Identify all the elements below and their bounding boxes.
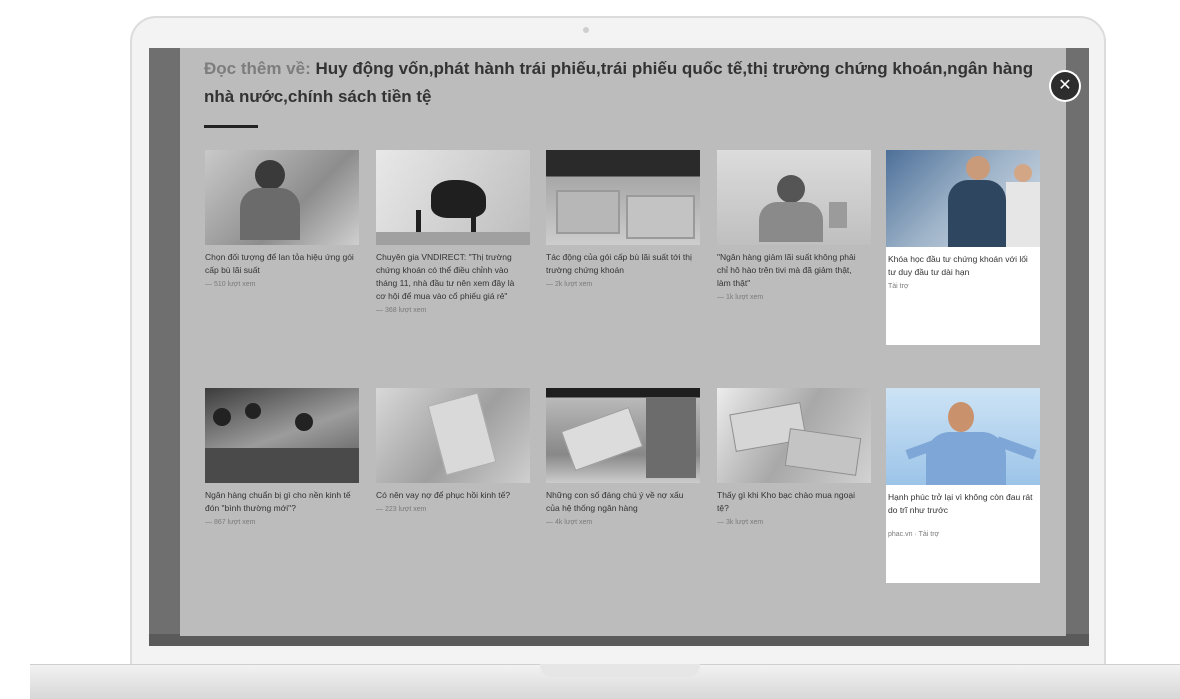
heading-prefix: Đọc thêm về: [204, 59, 311, 78]
close-button[interactable]: ✕ [1051, 72, 1079, 100]
card-views: — 4k lượt xem [546, 519, 593, 526]
card-title[interactable]: "Ngân hàng giảm lãi suất không phải chỉ … [717, 251, 871, 290]
card-title[interactable]: Khóa học đầu tư chứng khoán với lối tư d… [886, 253, 1040, 279]
article-card[interactable]: Có nên vay nợ để phục hồi kinh tế? — 223… [376, 388, 530, 513]
card-views: — 2k lượt xem [546, 281, 593, 288]
sponsored-label: Tài trợ [888, 283, 909, 290]
card-views: — 510 lượt xem [205, 281, 256, 288]
webcam-icon [583, 27, 589, 33]
bull-icon[interactable] [376, 150, 530, 245]
article-card[interactable]: Ngân hàng chuẩn bị gì cho nền kinh tế đó… [205, 388, 359, 526]
card-views: — 368 lượt xem [376, 307, 427, 314]
card-title[interactable]: Hạnh phúc trở lại vì không còn đau rát d… [886, 491, 1040, 517]
heading-underline [204, 125, 258, 128]
official-portrait-icon[interactable] [717, 150, 871, 245]
counting-money-icon[interactable] [376, 388, 530, 483]
article-card[interactable]: Tác động của gói cấp bù lãi suất tới thị… [546, 150, 700, 288]
article-card[interactable]: Thấy gì khi Kho bạc chào mua ngoại tệ? —… [717, 388, 871, 526]
cash-hands-icon[interactable] [546, 388, 700, 483]
card-title[interactable]: Có nên vay nợ để phục hồi kinh tế? [376, 489, 530, 502]
card-title[interactable]: Chọn đối tượng để lan tỏa hiệu ứng gói c… [205, 251, 359, 277]
happy-man-icon[interactable] [886, 388, 1040, 485]
laptop-notch [540, 664, 700, 677]
card-views: — 223 lượt xem [376, 506, 427, 513]
traders-icon[interactable] [886, 150, 1040, 247]
read-more-heading: Đọc thêm về: Huy động vốn,phát hành trái… [204, 55, 1034, 111]
woman-bank-icon[interactable] [205, 150, 359, 245]
sponsored-label: phac.vn · Tài trợ [888, 531, 940, 538]
card-views: — 3k lượt xem [717, 519, 764, 526]
card-views: — 1k lượt xem [717, 294, 764, 301]
bank-crowd-icon[interactable] [205, 388, 359, 483]
article-card[interactable]: Những con số đáng chú ý về nợ xấu của hệ… [546, 388, 700, 526]
heading-topics[interactable]: Huy động vốn,phát hành trái phiếu,trái p… [204, 59, 1033, 106]
card-views: — 867 lượt xem [205, 519, 256, 526]
money-stacks-icon[interactable] [546, 150, 700, 245]
card-title[interactable]: Những con số đáng chú ý về nợ xấu của hệ… [546, 489, 700, 515]
card-title[interactable]: Thấy gì khi Kho bạc chào mua ngoại tệ? [717, 489, 871, 515]
card-title[interactable]: Tác động của gói cấp bù lãi suất tới thị… [546, 251, 700, 277]
card-title[interactable]: Chuyên gia VNDIRECT: "Thị trường chứng k… [376, 251, 530, 303]
article-card[interactable]: "Ngân hàng giảm lãi suất không phải chỉ … [717, 150, 871, 301]
article-card[interactable]: Chọn đối tượng để lan tỏa hiệu ứng gói c… [205, 150, 359, 288]
article-card[interactable]: Chuyên gia VNDIRECT: "Thị trường chứng k… [376, 150, 530, 314]
dollar-bills-icon[interactable] [717, 388, 871, 483]
sponsored-card[interactable]: Hạnh phúc trở lại vì không còn đau rát d… [886, 388, 1040, 583]
card-title[interactable]: Ngân hàng chuẩn bị gì cho nền kinh tế đó… [205, 489, 359, 515]
sponsored-card[interactable]: Khóa học đầu tư chứng khoán với lối tư d… [886, 150, 1040, 345]
